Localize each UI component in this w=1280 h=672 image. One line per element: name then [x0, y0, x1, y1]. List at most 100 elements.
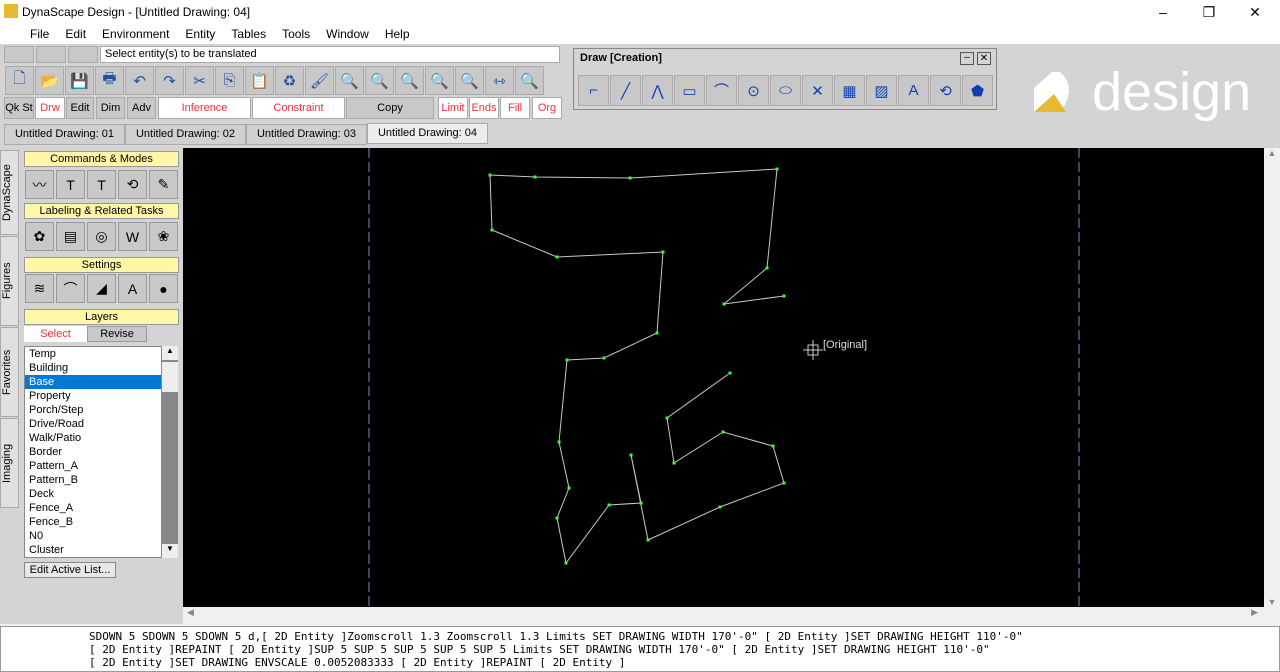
layer-item-drive-road[interactable]: Drive/Road	[25, 417, 161, 431]
layer-list[interactable]: Temp Building Base Property Porch/Step Drive/…	[24, 346, 162, 558]
ellipse-tool-icon[interactable]: ⬭	[770, 75, 801, 106]
layer-item-pattern-a[interactable]: Pattern_A	[25, 459, 161, 473]
drawing-tab-3[interactable]: Untitled Drawing: 03	[246, 124, 367, 145]
zoom-previous-icon[interactable]: 🔍	[395, 66, 424, 95]
slope-icon[interactable]: ◢	[87, 274, 116, 303]
cut-icon[interactable]: ✂	[185, 66, 214, 95]
leader-text-tool-icon[interactable]: ⟲	[930, 75, 961, 106]
layer-item-walk-patio[interactable]: Walk/Patio	[25, 431, 161, 445]
drawing-tab-2[interactable]: Untitled Drawing: 02	[125, 124, 246, 145]
mode-button-edit[interactable]: Edit	[66, 97, 94, 119]
layer-item-pattern-b[interactable]: Pattern_B	[25, 473, 161, 487]
side-tab-dynascape[interactable]: DynaScape	[0, 150, 19, 235]
plant-schedule-icon[interactable]: ❀	[149, 222, 178, 251]
layer-item-fence-b[interactable]: Fence_B	[25, 515, 161, 529]
mode-button-adv[interactable]: Adv	[127, 97, 156, 119]
drawing-tab-1[interactable]: Untitled Drawing: 01	[4, 124, 125, 145]
recycle-icon[interactable]: ♻	[275, 66, 304, 95]
drawing-tab-4[interactable]: Untitled Drawing: 04	[367, 123, 488, 144]
color-palette-icon[interactable]: ●	[149, 274, 178, 303]
vertical-scrollbar[interactable]: ▲ ▼	[1264, 148, 1280, 607]
menu-window[interactable]: Window	[326, 27, 369, 41]
layer-item-base[interactable]: Base	[25, 375, 161, 389]
brick-hatch-tool-icon[interactable]: ▦	[834, 75, 865, 106]
horizontal-scrollbar[interactable]: ◀ ▶	[183, 607, 1264, 624]
layout-button-3[interactable]	[68, 46, 98, 63]
multi-line-tool-icon[interactable]: ⋀	[642, 75, 673, 106]
drawing-canvas[interactable]: [Original]	[183, 148, 1264, 607]
layer-item-border[interactable]: Border	[25, 445, 161, 459]
copy-icon[interactable]: ⎘	[215, 66, 244, 95]
mode-button-drw[interactable]: Drw	[35, 97, 65, 119]
save-icon[interactable]: 💾	[65, 66, 94, 95]
zoom-in-icon[interactable]: 🔍	[425, 66, 454, 95]
curve-edge-icon[interactable]: ⌒	[56, 274, 85, 303]
plant-symbol-tool-icon[interactable]: ⬟	[962, 75, 993, 106]
landscape-edge-icon[interactable]: 〰	[25, 170, 54, 199]
palette-close-button[interactable]: ✕	[977, 52, 991, 65]
zoom-window-icon[interactable]: 🔍	[335, 66, 364, 95]
mode-button-fill[interactable]: Fill	[500, 97, 530, 119]
arc-tool-icon[interactable]: ⌒	[706, 75, 737, 106]
edit-active-list-button[interactable]: Edit Active List...	[24, 562, 116, 578]
zoom-pan-icon[interactable]: 🔍	[365, 66, 394, 95]
maximize-button[interactable]: ❐	[1186, 0, 1232, 24]
rectangle-tool-icon[interactable]: ▭	[674, 75, 705, 106]
redo-icon[interactable]: ↷	[155, 66, 184, 95]
color-wheel-icon[interactable]: ◎	[87, 222, 116, 251]
select-tab[interactable]: Select	[24, 326, 87, 342]
layer-item-cluster[interactable]: Cluster	[25, 543, 161, 557]
menu-tools[interactable]: Tools	[282, 27, 310, 41]
layer-item-building[interactable]: Building	[25, 361, 161, 375]
menu-environment[interactable]: Environment	[102, 27, 169, 41]
line-tool-icon[interactable]: ╱	[610, 75, 641, 106]
layer-item-porch-step[interactable]: Porch/Step	[25, 403, 161, 417]
mode-button-copy[interactable]: Copy	[346, 97, 434, 119]
side-tab-figures[interactable]: Figures	[0, 236, 19, 326]
mode-button-org[interactable]: Org	[532, 97, 562, 119]
mode-button-qk-st[interactable]: Qk St	[4, 97, 34, 119]
label-edit-icon[interactable]: ✎	[149, 170, 178, 199]
menu-tables[interactable]: Tables	[231, 27, 266, 41]
open-folder-icon[interactable]: 📂	[35, 66, 64, 95]
circle-tool-icon[interactable]: ⊙	[738, 75, 769, 106]
zoom-out-icon[interactable]: 🔍	[455, 66, 484, 95]
new-file-icon[interactable]: 🗋	[5, 66, 34, 95]
trim-extend-tool-icon[interactable]: ✕	[802, 75, 833, 106]
print-icon[interactable]: 🖶	[95, 66, 124, 95]
side-tab-favorites[interactable]: Favorites	[0, 327, 19, 417]
mode-button-inference[interactable]: Inference	[158, 97, 251, 119]
lumber-icon[interactable]: ▤	[56, 222, 85, 251]
minimize-button[interactable]: –	[1140, 0, 1186, 24]
mode-button-ends[interactable]: Ends	[469, 97, 499, 119]
menu-file[interactable]: File	[30, 27, 49, 41]
text-tool-icon[interactable]: T	[56, 170, 85, 199]
layer-list-scrollbar[interactable]: ▲ ▼	[162, 346, 178, 558]
side-tab-imaging[interactable]: Imaging	[0, 418, 19, 508]
layout-button-2[interactable]	[36, 46, 66, 63]
mode-button-limit[interactable]: Limit	[438, 97, 468, 119]
word-export-icon[interactable]: W	[118, 222, 147, 251]
zoom-fit-icon[interactable]: ⇿	[485, 66, 514, 95]
undo-icon[interactable]: ↶	[125, 66, 154, 95]
layer-item-deck[interactable]: Deck	[25, 487, 161, 501]
mode-button-dim[interactable]: Dim	[96, 97, 125, 119]
text-quick-icon[interactable]: T	[87, 170, 116, 199]
plant-daisy-icon[interactable]: ✿	[25, 222, 54, 251]
layout-button-1[interactable]	[4, 46, 34, 63]
layer-item-fence-a[interactable]: Fence_A	[25, 501, 161, 515]
layers-stack-icon[interactable]: ≋	[25, 274, 54, 303]
text-style-icon[interactable]: A	[118, 274, 147, 303]
menu-entity[interactable]: Entity	[185, 27, 215, 41]
mode-button-constraint[interactable]: Constraint	[252, 97, 345, 119]
paint-brush-icon[interactable]: 🖌	[305, 66, 334, 95]
menu-help[interactable]: Help	[385, 27, 410, 41]
paste-icon[interactable]: 📋	[245, 66, 274, 95]
layer-item-property[interactable]: Property	[25, 389, 161, 403]
palette-minimize-button[interactable]: –	[960, 52, 974, 65]
close-button[interactable]: ✕	[1232, 0, 1278, 24]
text-tool-icon[interactable]: A	[898, 75, 929, 106]
polyline-tool-icon[interactable]: ⌐	[578, 75, 609, 106]
revise-tab[interactable]: Revise	[87, 326, 147, 342]
layer-item-n0[interactable]: N0	[25, 529, 161, 543]
